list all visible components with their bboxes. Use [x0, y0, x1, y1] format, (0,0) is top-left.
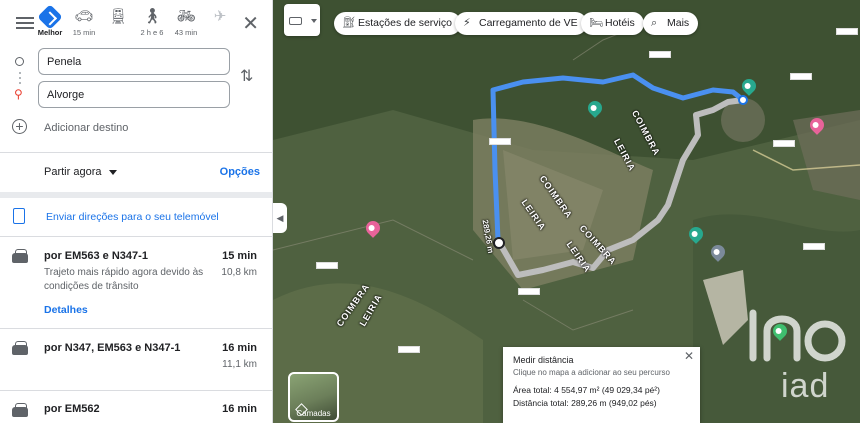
route-distance: 11,1 km [222, 359, 257, 370]
options-button[interactable]: Opções [220, 166, 260, 178]
send-to-phone-icon [13, 208, 25, 224]
road-sign [518, 288, 540, 295]
divider [0, 152, 272, 153]
chip-ev-charging[interactable]: ⚡︎ Carregamento de VE [455, 12, 587, 35]
road-sign [649, 51, 671, 58]
depart-time-dropdown[interactable]: Partir agora [44, 166, 118, 178]
route-title: por EM563 e N347-1 [44, 250, 148, 262]
divider [0, 192, 272, 198]
close-icon[interactable]: ✕ [684, 349, 694, 363]
chip-label: Estações de serviço [358, 17, 452, 29]
route-time: 16 min [222, 403, 257, 415]
road-sign [773, 140, 795, 147]
add-destination-button[interactable]: Adicionar destino [44, 122, 128, 134]
swap-icon[interactable]: ⇅ [240, 66, 253, 86]
measure-hint: Clique no mapa a adicionar ao seu percur… [513, 368, 670, 377]
measure-distance: Distância total: 289,26 m (949,02 pés) [513, 398, 657, 408]
route-distance: 10,8 km [221, 267, 257, 278]
depart-label: Partir agora [44, 166, 102, 178]
best-route-icon [37, 4, 63, 30]
plane-icon: ✈︎ [213, 8, 227, 25]
car-icon [12, 249, 28, 263]
close-directions-button[interactable]: ✕ [242, 12, 259, 36]
road-sign [790, 73, 812, 80]
mode-label: 15 min [72, 28, 96, 37]
mode-flight[interactable]: ✈︎ [200, 6, 240, 28]
chip-more[interactable]: ⌕ Mais [643, 12, 699, 35]
map-view[interactable]: ◀ ⛽︎ Estações de serviço ⚡︎ Carregamento d… [273, 0, 860, 423]
road-sign [316, 262, 338, 269]
ev-charging-icon: ⚡︎ [463, 17, 471, 29]
car-icon [12, 403, 28, 417]
origin-dot-icon [15, 57, 24, 66]
route-time: 16 min [222, 342, 257, 354]
destination-pin-icon: ⚲ [14, 87, 23, 101]
measure-distance-card: ✕ Medir distância Clique no mapa a adici… [503, 347, 700, 423]
road-sign [489, 138, 511, 145]
keyboard-icon [289, 17, 302, 25]
chip-gas-stations[interactable]: ⛽︎ Estações de serviço [334, 12, 461, 35]
measure-title: Medir distância [513, 355, 574, 365]
chevron-down-icon [109, 169, 118, 175]
car-icon [12, 341, 28, 355]
road-sign [836, 28, 858, 35]
send-to-phone-link[interactable]: Enviar direções para o seu telemóvel [46, 211, 219, 223]
route-time: 15 min [222, 250, 257, 262]
route-option[interactable]: por EM562 16 min [0, 390, 272, 423]
chip-label: Carregamento de VE [479, 17, 578, 29]
chip-hotels[interactable]: 🛏︎ Hotéis [581, 12, 644, 35]
search-icon: ⌕ [651, 17, 658, 29]
route-title: por N347, EM563 e N347-1 [44, 342, 181, 354]
road-sign [803, 243, 825, 250]
layers-button[interactable]: Camadas [288, 372, 339, 422]
layers-label: Camadas [296, 409, 331, 418]
route-end-point [738, 95, 748, 105]
measure-area: Área total: 4 554,97 m² (49 029,34 pé²) [513, 385, 660, 395]
add-destination-icon[interactable]: + [12, 119, 27, 134]
logo-mark [749, 309, 846, 362]
travel-modes-bar: Melhor 🚗︎ 15 min 🚆︎ 🚶︎ 2 h e 6 🚲︎ 43 min… [0, 4, 272, 42]
route-dots [19, 69, 21, 87]
mode-label: 43 min [174, 28, 198, 37]
route-title: por EM562 [44, 403, 100, 415]
hotel-icon: 🛏︎ [589, 17, 603, 29]
route-option[interactable]: por N347, EM563 e N347-1 16 min 11,1 km [0, 328, 272, 390]
destination-input[interactable] [38, 81, 230, 108]
route-description: Trajeto mais rápido agora devido às cond… [44, 267, 204, 292]
road-sign [398, 346, 420, 353]
route-details-link[interactable]: Detalhes [44, 304, 88, 316]
input-tools-button[interactable] [284, 4, 320, 36]
chip-label: Mais [667, 17, 690, 29]
origin-input[interactable] [38, 48, 230, 75]
measure-start-point[interactable] [493, 237, 505, 249]
iad-logo: iad [745, 303, 855, 405]
chip-label: Hotéis [605, 17, 635, 29]
directions-panel: Melhor 🚗︎ 15 min 🚆︎ 🚶︎ 2 h e 6 🚲︎ 43 min… [0, 0, 273, 423]
route-option[interactable]: por EM563 e N347-1 15 min Trajeto mais r… [0, 236, 272, 328]
logo-text: iad [781, 367, 830, 405]
gas-station-icon: ⛽︎ [342, 17, 356, 29]
chevron-down-icon [311, 19, 317, 23]
collapse-panel-button[interactable]: ◀ [273, 203, 287, 233]
